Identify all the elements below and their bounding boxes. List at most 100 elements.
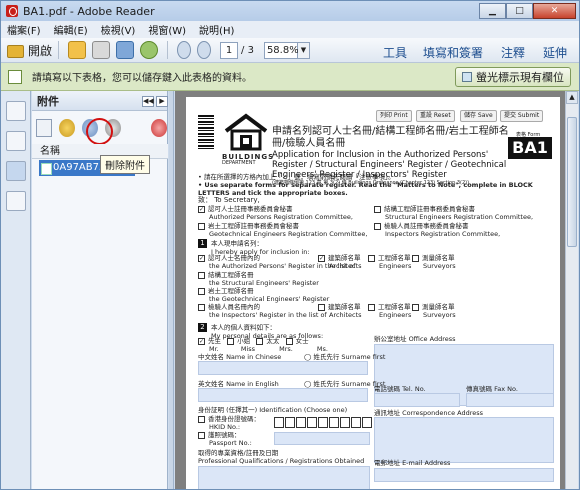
bookmarks-icon[interactable] (6, 131, 26, 151)
attachment-options-icon[interactable] (36, 118, 53, 137)
correspondence-address-field[interactable] (374, 417, 554, 463)
menu-window[interactable]: 視窗(W) (148, 22, 186, 37)
chinese-name-label: 中文姓名 Name in Chinese (198, 353, 282, 361)
create-pdf-icon[interactable] (68, 41, 87, 59)
english-name-field[interactable] (198, 388, 368, 402)
se-register-checkbox[interactable] (198, 271, 205, 279)
collapse-panel-icon[interactable]: ◀◀ (142, 96, 154, 107)
form-message: 請填寫以下表格，您可以儲存鍵入此表格的資料。 (32, 73, 252, 84)
instructions-zh: • 請在所選擇的方格內加上「✓」號，填寫前請先閱讀「注意事項」。 (198, 173, 395, 181)
menu-help[interactable]: 說明(H) (199, 22, 234, 37)
hkid-cell[interactable] (285, 417, 295, 428)
chinese-name-field[interactable] (198, 361, 368, 375)
fill-sign-pane-button[interactable]: 填寫和簽署 (423, 44, 483, 61)
hkid-cell[interactable] (307, 417, 317, 428)
attachments-icon[interactable] (6, 161, 26, 181)
upload-cloud-icon[interactable] (140, 41, 159, 59)
title-mr-checkbox[interactable]: ✓ (198, 337, 205, 345)
panel-options-icon[interactable]: ▶ (156, 96, 168, 107)
fax-field[interactable] (466, 393, 554, 407)
close-button[interactable]: ✕ (533, 3, 576, 19)
ge-register-checkbox[interactable] (198, 287, 205, 295)
zoom-input[interactable]: 58.8% (263, 41, 299, 59)
ins-surveyors-checkbox[interactable] (412, 303, 419, 311)
comment-pane-button[interactable]: 注釋 (501, 44, 525, 61)
passport-checkbox[interactable] (198, 431, 205, 439)
email-field[interactable] (374, 468, 554, 482)
buildings-department-logo (224, 113, 268, 151)
hkid-checkbox[interactable] (198, 415, 205, 423)
ins-register-en: the Inspectors' Register in the list of (209, 311, 327, 319)
committee-ins-checkbox[interactable] (374, 222, 381, 230)
extend-pane-button[interactable]: 延伸 (543, 44, 567, 61)
delete-attachment-button[interactable] (128, 119, 144, 137)
form-submit-button[interactable]: 提交 Submit (500, 110, 544, 122)
highlight-fields-button[interactable]: 螢光標示現有欄位 (455, 67, 571, 87)
form-reset-button[interactable]: 重設 Reset (416, 110, 455, 122)
committee-se-checkbox[interactable] (374, 205, 381, 213)
ap-register-checkbox[interactable]: ✓ (198, 254, 205, 262)
title-ms-checkbox[interactable] (285, 337, 293, 345)
ins-register-zh: 檢驗人員名冊內的 (208, 303, 260, 311)
barcode (198, 115, 214, 151)
passport-field[interactable] (274, 432, 370, 445)
previous-page-icon[interactable] (177, 41, 192, 59)
form-save-button[interactable]: 儲存 Save (460, 110, 497, 122)
committee-ge-checkbox[interactable] (198, 222, 205, 230)
title-miss-checkbox[interactable] (227, 337, 235, 345)
edit-pdf-icon[interactable] (92, 41, 111, 59)
hkid-row: 香港身份證號碼： HKID No.: (198, 415, 278, 431)
ins-architects: 建築師名單 Architects (318, 303, 368, 319)
ins-engineers: 工程師名單 Engineers (368, 303, 418, 319)
ins-engineers-checkbox[interactable] (368, 303, 375, 311)
scroll-up-icon[interactable]: ▲ (566, 91, 578, 104)
hkid-check-digit[interactable] (362, 417, 372, 428)
hkid-cell[interactable] (274, 417, 284, 428)
title-mrs-en: Mrs. (279, 345, 293, 353)
ins-register-checkbox[interactable] (198, 303, 205, 311)
hkid-label: 香港身份證號碼： (208, 415, 260, 423)
title-ms-zh: 女士 (295, 337, 309, 345)
tel-field[interactable] (374, 393, 460, 407)
scroll-thumb[interactable] (567, 117, 577, 247)
ins-architects-checkbox[interactable] (318, 303, 325, 311)
maximize-button[interactable]: □ (506, 3, 533, 19)
open-button[interactable]: 開啟 (7, 42, 52, 59)
section2-head-zh: 本人的個人資料如下： (211, 323, 276, 332)
highlight-icon (462, 72, 472, 82)
committee-ap-checkbox[interactable]: ✓ (198, 205, 205, 213)
navigation-rail (1, 91, 31, 489)
open-attachment-icon[interactable] (59, 118, 76, 137)
ap-architects-checkbox[interactable]: ✓ (318, 254, 325, 262)
ap-surveyors-checkbox[interactable] (412, 254, 419, 262)
tools-pane-button[interactable]: 工具 (383, 44, 407, 61)
hkid-cell[interactable] (318, 417, 328, 428)
page-number-input[interactable]: 1 (220, 41, 239, 59)
se-register-row: 結構工程師名冊 the Structural Engineers' Regist… (198, 271, 398, 287)
hkid-cell[interactable] (351, 417, 361, 428)
minimize-button[interactable]: ▁ (479, 3, 506, 19)
vertical-scrollbar[interactable]: ▲ (565, 91, 578, 489)
search-attachment-icon[interactable] (151, 118, 168, 137)
qualifications-field[interactable] (198, 466, 370, 489)
title-mrs-checkbox[interactable] (256, 337, 264, 345)
hkid-cell[interactable] (340, 417, 350, 428)
form-print-button[interactable]: 列印 Print (376, 110, 412, 122)
title-mrs-zh: 太太 (266, 337, 280, 345)
page-thumbnails-icon[interactable] (6, 101, 26, 121)
ins-architects-en: Architects (329, 311, 362, 319)
signatures-icon[interactable] (6, 191, 26, 211)
menu-view[interactable]: 檢視(V) (101, 22, 136, 37)
title-mr-en: Mr. (209, 345, 219, 353)
print-icon[interactable] (116, 41, 135, 59)
ap-engineers-checkbox[interactable] (368, 254, 375, 262)
ge-register-row: 岩土工程師名冊 the Geotechnical Engineers' Regi… (198, 287, 398, 303)
to-secretary: 致： To Secretary, (198, 196, 260, 204)
menu-edit[interactable]: 編輯(E) (54, 22, 88, 37)
hkid-cell[interactable] (329, 417, 339, 428)
menu-file[interactable]: 檔案(F) (7, 22, 41, 37)
next-page-icon[interactable] (197, 41, 212, 59)
zoom-dropdown-icon[interactable]: ▼ (297, 41, 310, 59)
panel-splitter[interactable] (169, 91, 174, 489)
hkid-cell[interactable] (296, 417, 306, 428)
